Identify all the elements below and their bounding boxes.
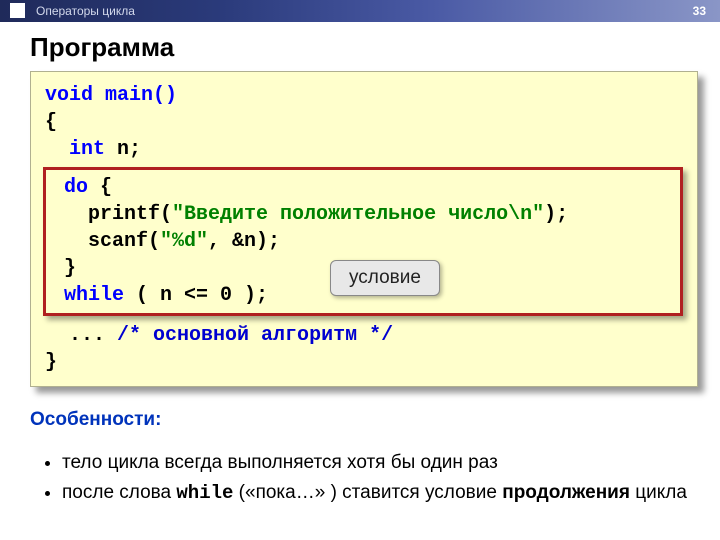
code-do-brace: { [88,176,112,199]
code-dots: ... [69,324,117,347]
code-scanf: scanf( [88,230,160,253]
features-list: тело цикла всегда выполняется хотя бы од… [30,450,698,506]
code-int-rest: n; [105,138,141,161]
slide-body: Программа void main() { int n; do { prin… [0,22,720,535]
code-block: void main() { int n; do { printf("Введит… [30,71,698,387]
code-inner-brace-close: } [64,257,76,280]
slide-header: Операторы цикла 33 [0,0,720,22]
kw-do: do [64,176,88,199]
bullet-2: после слова while («пока…» ) ставится ус… [62,480,698,507]
header-topic: Операторы цикла [36,4,135,18]
code-scanf-end: , &n); [208,230,280,253]
code-comment: /* основной алгоритм */ [117,324,393,347]
b2-bold: продолжения [502,482,630,503]
code-while-cond: ( n <= 0 ); [124,284,268,307]
bullet-1: тело цикла всегда выполняется хотя бы од… [62,450,698,476]
callout-condition: условие [330,260,440,296]
header-square-icon [10,3,25,18]
kw-while: while [64,284,124,307]
b2-kw: while [176,482,233,504]
code-void-main: void main() [45,84,177,107]
b2-mid: («пока…» ) ставится условие [233,482,502,503]
do-while-frame: do { printf("Введите положительное число… [43,167,683,316]
code-printf: printf( [88,203,172,226]
code-brace-open: { [45,109,683,136]
code-printf-end: ); [544,203,568,226]
kw-int: int [69,138,105,161]
page-number: 33 [693,4,706,18]
code-brace-close: } [45,349,683,376]
slide-title: Программа [30,32,698,63]
code-scanf-str: "%d" [160,230,208,253]
features-heading: Особенности: [30,409,698,431]
code-printf-str: "Введите положительное число\n" [172,203,544,226]
b2-post: цикла [630,482,687,503]
b2-pre: после слова [62,482,176,503]
